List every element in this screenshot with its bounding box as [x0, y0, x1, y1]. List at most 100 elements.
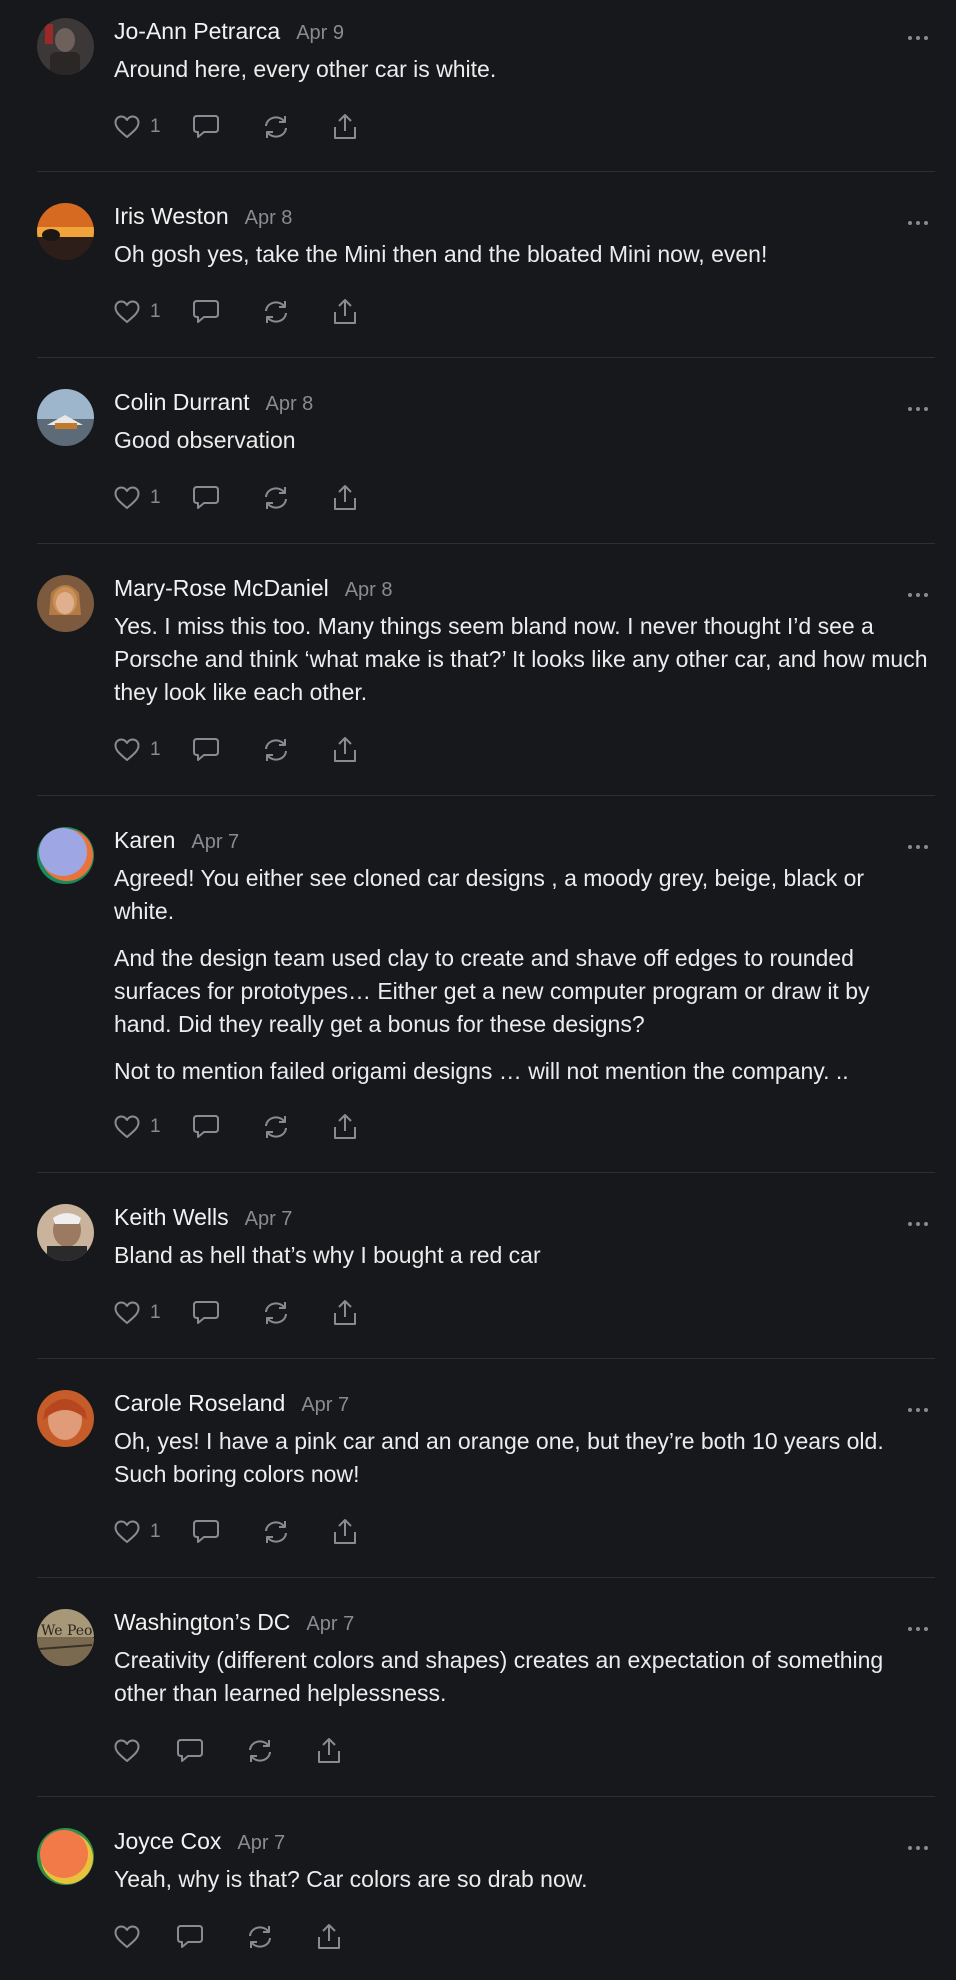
more-options-icon[interactable] [906, 1839, 930, 1857]
restack-icon [262, 1519, 290, 1545]
more-options-icon[interactable] [906, 838, 930, 856]
like-button[interactable]: 1 [114, 1115, 162, 1139]
reply-button[interactable] [192, 485, 220, 511]
comment-body: Good observation [114, 424, 929, 457]
author-name[interactable]: Colin Durrant [114, 389, 250, 416]
author-name[interactable]: Washington’s DC [114, 1609, 290, 1636]
reply-button[interactable] [192, 737, 220, 763]
comment-date[interactable]: Apr 7 [301, 1394, 349, 1417]
avatar[interactable] [37, 575, 94, 632]
reply-button[interactable] [192, 1300, 220, 1326]
more-options-icon[interactable] [906, 29, 930, 47]
share-icon [316, 1737, 342, 1765]
like-button[interactable]: 1 [114, 1520, 162, 1544]
comment-actions: 1 [114, 1516, 400, 1548]
share-button[interactable] [332, 484, 358, 512]
share-button[interactable] [332, 1113, 358, 1141]
heart-icon [114, 486, 140, 510]
comment-paragraph: Creativity (different colors and shapes)… [114, 1647, 884, 1706]
comment-paragraph: Oh, yes! I have a pink car and an orange… [114, 1428, 884, 1487]
comment-date[interactable]: Apr 7 [245, 1208, 293, 1231]
share-button[interactable] [332, 1299, 358, 1327]
like-button[interactable]: 1 [114, 486, 162, 510]
author-name[interactable]: Mary-Rose McDaniel [114, 575, 329, 602]
reply-button[interactable] [176, 1924, 204, 1950]
avatar[interactable] [37, 1390, 94, 1447]
restack-button[interactable] [262, 1519, 290, 1545]
restack-icon [262, 1300, 290, 1326]
comment-date[interactable]: Apr 9 [296, 22, 344, 45]
share-button[interactable] [316, 1923, 342, 1951]
comment-divider [37, 543, 935, 544]
avatar[interactable] [37, 1204, 94, 1261]
avatar[interactable] [37, 1828, 94, 1885]
restack-button[interactable] [262, 1300, 290, 1326]
avatar[interactable] [37, 827, 94, 884]
author-name[interactable]: Joyce Cox [114, 1828, 221, 1855]
restack-icon [262, 114, 290, 140]
like-count: 1 [150, 1302, 161, 1323]
comment-date[interactable]: Apr 7 [306, 1613, 354, 1636]
reply-button[interactable] [192, 299, 220, 325]
author-name[interactable]: Keith Wells [114, 1204, 229, 1231]
comment-date[interactable]: Apr 7 [191, 831, 239, 854]
comment-paragraph: Not to mention failed origami designs … … [114, 1058, 849, 1084]
reply-button[interactable] [192, 114, 220, 140]
speech-bubble-icon [176, 1924, 204, 1950]
author-name[interactable]: Carole Roseland [114, 1390, 285, 1417]
like-button[interactable]: 1 [114, 300, 162, 324]
more-options-icon[interactable] [906, 214, 930, 232]
share-button[interactable] [316, 1737, 342, 1765]
comment-body: Oh, yes! I have a pink car and an orange… [114, 1425, 929, 1491]
more-options-icon[interactable] [906, 1215, 930, 1233]
more-options-icon[interactable] [906, 1620, 930, 1638]
avatar[interactable] [37, 389, 94, 446]
comment-divider [37, 795, 935, 796]
restack-button[interactable] [262, 485, 290, 511]
more-options-icon[interactable] [906, 586, 930, 604]
like-button[interactable]: 1 [114, 738, 162, 762]
comment-actions: 1 [114, 482, 400, 514]
restack-button[interactable] [262, 299, 290, 325]
avatar[interactable] [37, 18, 94, 75]
like-button[interactable] [114, 1925, 140, 1949]
comment-feed: Jo-Ann Petrarca Apr 9 Around here, every o… [0, 0, 956, 1980]
more-options-icon[interactable] [906, 1401, 930, 1419]
comment-actions [114, 1921, 384, 1953]
share-icon [332, 113, 358, 141]
author-name[interactable]: Jo-Ann Petrarca [114, 18, 280, 45]
share-button[interactable] [332, 1518, 358, 1546]
avatar[interactable] [37, 203, 94, 260]
restack-button[interactable] [246, 1738, 274, 1764]
more-options-icon[interactable] [906, 400, 930, 418]
comment-header: Karen Apr 7 [114, 827, 239, 857]
reply-button[interactable] [192, 1519, 220, 1545]
comment-date[interactable]: Apr 8 [266, 393, 314, 416]
reply-button[interactable] [176, 1738, 204, 1764]
comment-header: Carole Roseland Apr 7 [114, 1390, 349, 1420]
comment-date[interactable]: Apr 8 [245, 207, 293, 230]
restack-button[interactable] [262, 114, 290, 140]
comment-date[interactable]: Apr 7 [237, 1832, 285, 1855]
share-button[interactable] [332, 113, 358, 141]
like-count: 1 [150, 1116, 161, 1137]
restack-button[interactable] [262, 1114, 290, 1140]
comment-paragraph: And the design team used clay to create … [114, 945, 870, 1037]
like-button[interactable]: 1 [114, 1301, 162, 1325]
restack-button[interactable] [262, 737, 290, 763]
author-name[interactable]: Iris Weston [114, 203, 229, 230]
share-button[interactable] [332, 298, 358, 326]
restack-icon [246, 1738, 274, 1764]
like-button[interactable]: 1 [114, 115, 162, 139]
comment-header: Colin Durrant Apr 8 [114, 389, 313, 419]
restack-button[interactable] [246, 1924, 274, 1950]
heart-icon [114, 1925, 140, 1949]
like-button[interactable] [114, 1739, 140, 1763]
share-button[interactable] [332, 736, 358, 764]
restack-icon [262, 1114, 290, 1140]
comment-date[interactable]: Apr 8 [345, 579, 393, 602]
reply-button[interactable] [192, 1114, 220, 1140]
comment-actions: 1 [114, 1111, 400, 1143]
author-name[interactable]: Karen [114, 827, 175, 854]
avatar[interactable]: We People [37, 1609, 94, 1666]
